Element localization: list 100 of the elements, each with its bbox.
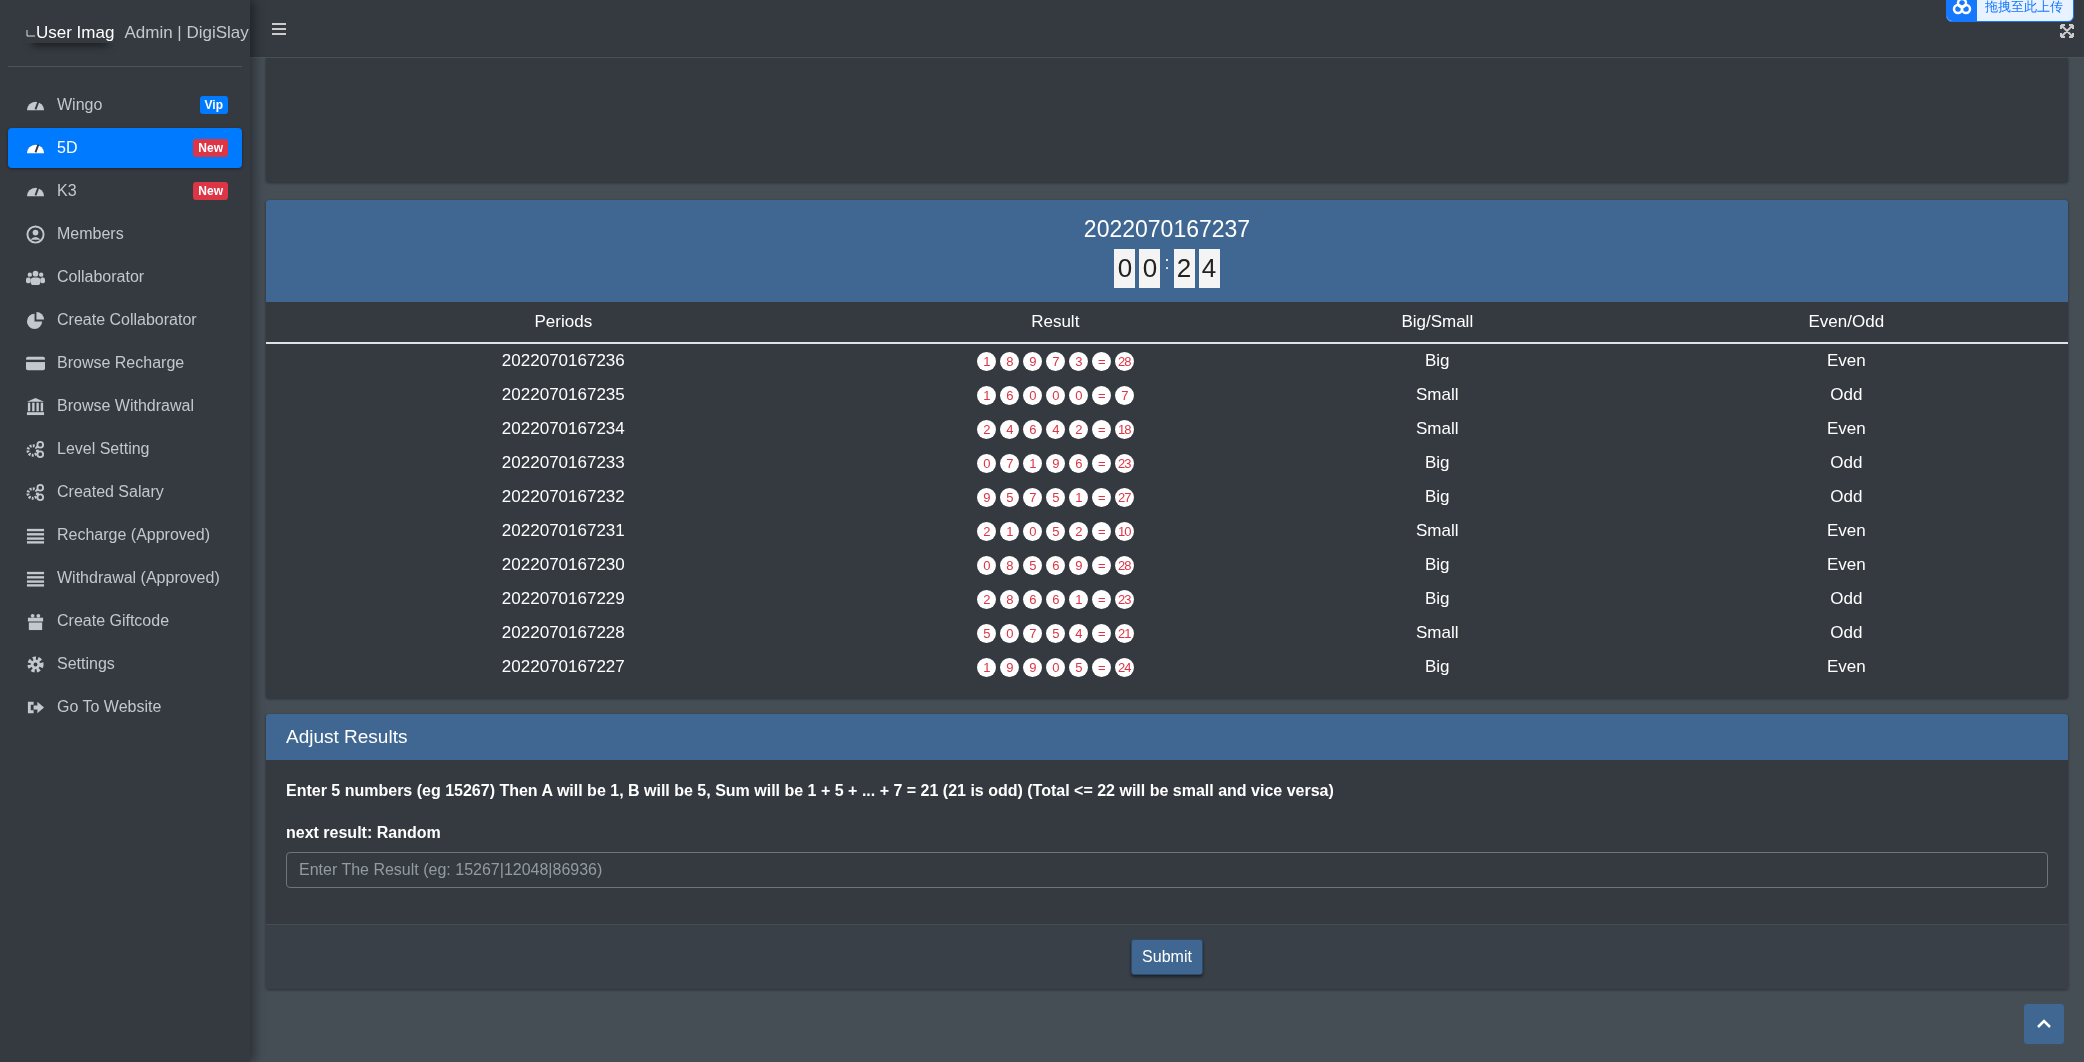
result-ball: 9: [1068, 555, 1088, 575]
card-header: Adjust Results: [266, 714, 2068, 760]
table-cell-text: Odd: [1829, 452, 1864, 474]
fullscreen-icon[interactable]: [2060, 23, 2074, 38]
sidebar-item[interactable]: Collaborator: [8, 257, 242, 297]
result-ball: 5: [1045, 623, 1065, 643]
sidebar-item[interactable]: Browse Recharge: [8, 343, 242, 383]
result-ball: 6: [1045, 555, 1065, 575]
result-ball: 23: [1114, 453, 1134, 473]
result-ball: 27: [1114, 487, 1134, 507]
result-ball: 28: [1114, 351, 1134, 371]
result-ball: =: [1091, 351, 1111, 371]
result-ball: 9: [999, 657, 1019, 677]
table-cell-text: 2022070167231: [500, 520, 626, 542]
result-input-field[interactable]: Enter The Result (eg: 15267|12048|86936): [286, 852, 2048, 888]
table-cell-text: 2022070167230: [500, 554, 626, 576]
table-cell-text: 2022070167229: [500, 588, 626, 610]
result-ball: 9: [976, 487, 996, 507]
table-cell-text: 2022070167232: [500, 486, 626, 508]
cogs-icon: [26, 482, 45, 502]
column-header: Even/Odd: [1624, 302, 2068, 343]
table-cell: Even: [1624, 343, 2068, 378]
result-ball: 6: [1045, 589, 1065, 609]
table-cell-text: Even: [1825, 554, 1867, 576]
table-cell: 2022070167236: [266, 343, 861, 378]
table-cell-text: Small: [1415, 418, 1460, 440]
result-ball: 0: [976, 555, 996, 575]
pie-icon: [26, 310, 45, 330]
table-cell-text: Odd: [1829, 588, 1864, 610]
submit-button[interactable]: Submit: [1131, 939, 1203, 975]
sidebar-item[interactable]: Create Giftcode: [8, 601, 242, 641]
cogs-icon: [26, 439, 45, 459]
result-ball: =: [1091, 487, 1111, 507]
menu-icon[interactable]: [272, 22, 286, 35]
result-ball: 5: [999, 487, 1019, 507]
result-ball: 8: [999, 555, 1019, 575]
sidebar-item[interactable]: Recharge (Approved): [8, 515, 242, 555]
result-ball: 5: [1045, 521, 1065, 541]
user-name[interactable]: Admin | DigiSlay: [124, 23, 249, 43]
table-cell-text: Even: [1825, 418, 1867, 440]
result-ball: 6: [1022, 589, 1042, 609]
table-cell-text: Odd: [1829, 622, 1864, 644]
result-ball: =: [1091, 453, 1111, 473]
item-badge: Vip: [199, 96, 228, 114]
sidebar-item[interactable]: Wingo Vip: [8, 85, 242, 125]
item-badge: New: [193, 182, 228, 200]
result-ball: 5: [1068, 657, 1088, 677]
result-ball: 0: [1045, 657, 1065, 677]
result-ball: 18: [1114, 419, 1134, 439]
result-ball: 2: [976, 419, 996, 439]
scroll-to-top-button[interactable]: [2024, 1004, 2064, 1044]
upload-button[interactable]: 拖拽至此上传: [1946, 0, 2074, 22]
result-ball: =: [1091, 589, 1111, 609]
result-ball: 7: [1114, 385, 1134, 405]
sidebar-item[interactable]: Level Setting: [8, 429, 242, 469]
table-cell-text: 2022070167227: [500, 656, 626, 678]
sidebar-item[interactable]: Go To Website: [8, 687, 242, 727]
result-ball: =: [1091, 385, 1111, 405]
sidebar-item[interactable]: Create Collaborator: [8, 300, 242, 340]
result-ball: 0: [999, 623, 1019, 643]
gear-icon: [26, 654, 45, 674]
result-ball: 2: [976, 589, 996, 609]
table-cell-text: 2022070167228: [500, 622, 626, 644]
table-cell: Big: [1249, 343, 1625, 378]
column-header: Periods: [266, 302, 861, 343]
table-cell-text: Odd: [1829, 486, 1864, 508]
sidebar-item[interactable]: 5D New: [8, 128, 242, 168]
next-result-text: next result: Random: [286, 824, 442, 842]
sidebar-item[interactable]: K3 New: [8, 171, 242, 211]
timer-digit: 0: [1139, 249, 1161, 288]
result-ball: 6: [1068, 453, 1088, 473]
broken-user-image: User Imag: [26, 23, 115, 43]
gift-icon: [26, 611, 45, 631]
sidebar-item[interactable]: Created Salary: [8, 472, 242, 512]
table-cell-text: Big: [1424, 452, 1451, 474]
table-cell-text: Big: [1424, 588, 1451, 610]
result-ball: 0: [1022, 521, 1042, 541]
sidebar-item[interactable]: Settings: [8, 644, 242, 684]
sidebar-item[interactable]: Browse Withdrawal: [8, 386, 242, 426]
result-ball: 21: [1114, 623, 1134, 643]
result-ball: 0: [1068, 385, 1088, 405]
result-ball: 9: [1022, 351, 1042, 371]
result-ball: 9: [1045, 453, 1065, 473]
result-ball: 1: [976, 657, 996, 677]
result-ball: 5: [976, 623, 996, 643]
timer-digit: 2: [1173, 249, 1195, 288]
cloud-icon: [1947, 0, 1977, 21]
result-ball: 7: [1022, 487, 1042, 507]
result-ball: 1: [976, 351, 996, 371]
result-ball: 10: [1114, 521, 1134, 541]
sidebar-item[interactable]: Withdrawal (Approved): [8, 558, 242, 598]
sidebar-item[interactable]: Members: [8, 214, 242, 254]
result-ball: 2: [1068, 419, 1088, 439]
result-ball: 3: [1068, 351, 1088, 371]
current-period: 2022070167237: [1083, 216, 1251, 243]
table-cell-text: Big: [1424, 554, 1451, 576]
result-ball: 1: [999, 521, 1019, 541]
table-cell-text: 2022070167233: [500, 452, 626, 474]
result-ball: 6: [1022, 419, 1042, 439]
timer-separator: :: [1164, 253, 1170, 274]
